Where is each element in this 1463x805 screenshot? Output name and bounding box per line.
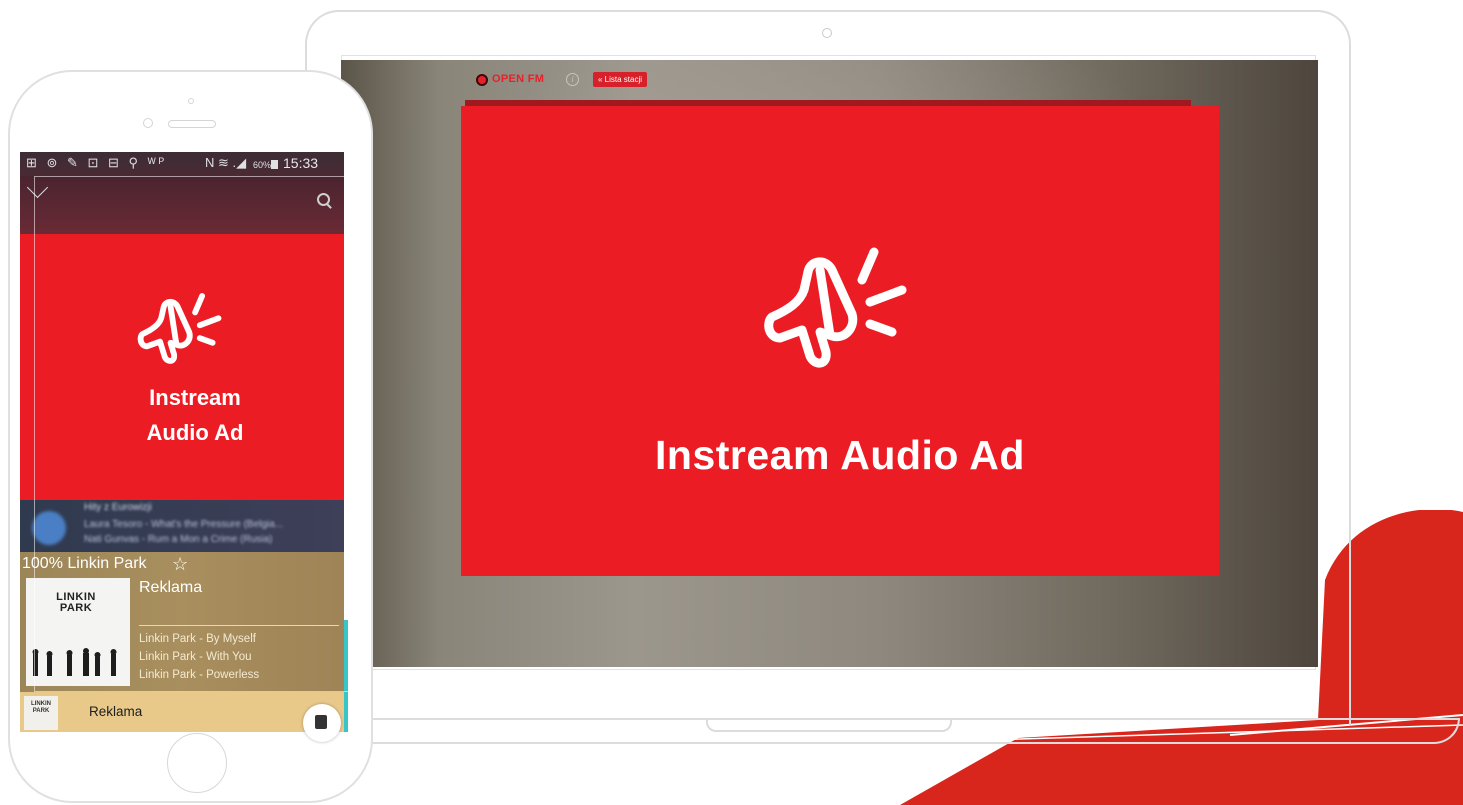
now-playing-line: Laura Tesoro - What's the Pressure (Belg… [84,519,284,530]
divider [139,625,339,626]
track-list-item[interactable]: Linkin Park - By Myself [139,633,256,645]
phone-camera [143,118,153,128]
search-icon[interactable] [317,193,330,206]
mini-player-label: Reklama [89,704,143,719]
stop-icon [315,715,327,729]
phone-speaker [168,120,216,128]
battery-icon [271,160,278,169]
current-track-label: Reklama [139,579,203,596]
station-list-button[interactable]: « Lista stacji [593,72,648,87]
mini-player-art: LINKIN PARK [24,696,58,730]
track-list-item[interactable]: Linkin Park - Powerless [139,669,259,681]
phone-instream-ad[interactable] [20,234,344,500]
mini-player[interactable] [20,692,344,732]
megaphone-icon [764,247,907,368]
track-list-item[interactable]: Linkin Park - With You [139,651,252,663]
ad-title: Instream Audio Ad [655,432,1025,478]
phone-sensor [188,98,194,104]
star-outline-icon[interactable]: ☆ [172,554,188,575]
battery-percent: 60% [253,160,272,170]
phone-ad-title: Instream Audio Ad [100,380,290,450]
screen-edge-accent [344,620,348,732]
now-playing-title: Hity z Eurowizji [84,502,152,513]
openfm-logo-icon [476,74,488,86]
laptop-camera [822,28,832,38]
megaphone-icon [137,293,222,364]
info-icon[interactable]: i [566,73,579,86]
openfm-logo-text[interactable]: OPEN FM [492,73,544,85]
app-bar [20,176,344,234]
microphone-icon [32,511,66,545]
phone-ad-title-line1: Instream [149,385,241,410]
home-button[interactable] [167,733,227,793]
status-icons: ⊞ ⊚ ✎ ⊡ ⊟ ⚲ ᵂᴾ [26,155,168,170]
phone-ad-title-line2: Audio Ad [146,420,244,445]
network-icons: N ≋ .◢ [205,155,247,170]
laptop-notch [706,718,952,732]
album-logo: LINKIN PARK [56,591,96,614]
now-playing-line: Nati Gunvas - Rum a Mon a Crime (Rusia) [84,534,273,545]
band-silhouette [32,648,117,676]
clock: 15:33 [283,155,319,171]
station-title: 100% Linkin Park [22,555,147,572]
